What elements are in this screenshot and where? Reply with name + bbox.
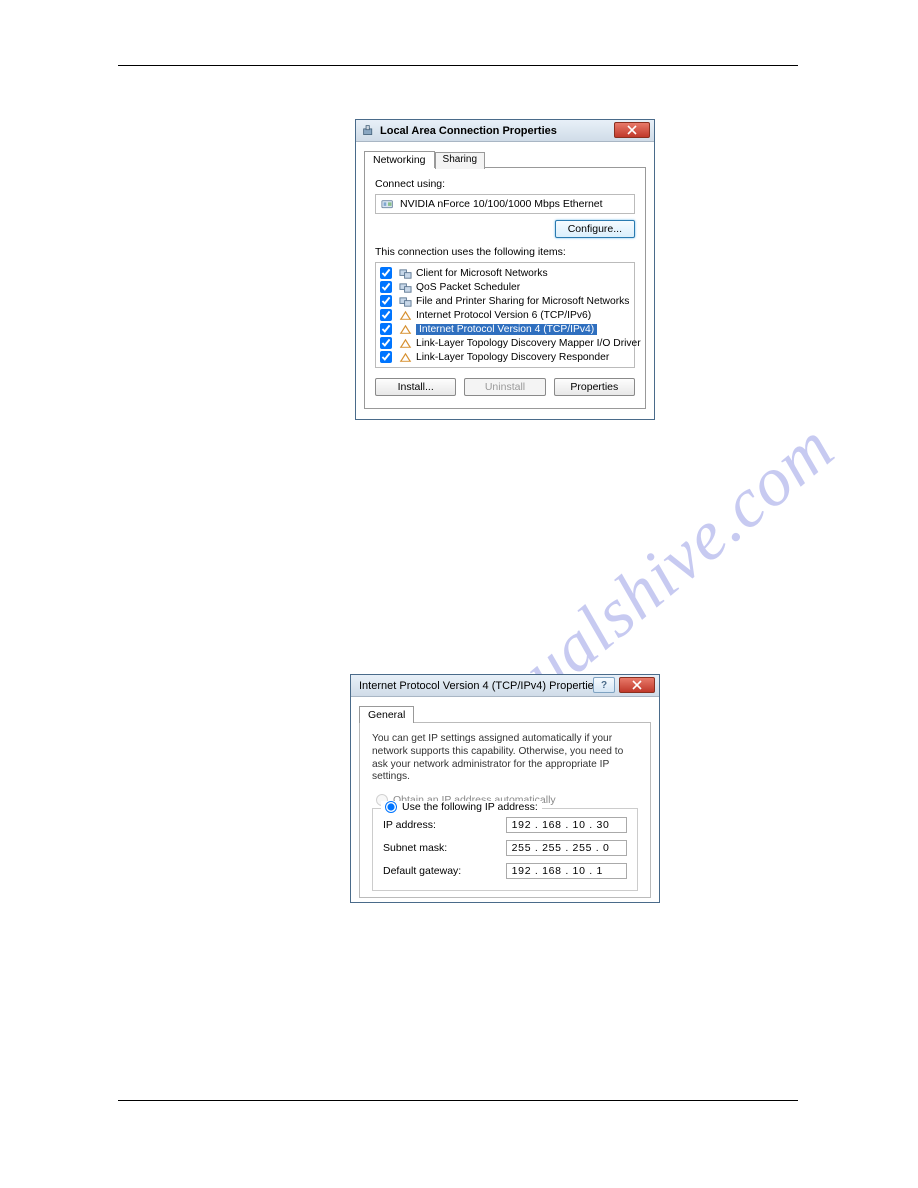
list-item[interactable]: Internet Protocol Version 4 (TCP/IPv4) — [376, 322, 634, 336]
item-label: Link-Layer Topology Discovery Mapper I/O… — [416, 338, 641, 349]
ip-address-input[interactable]: 192 . 168 . 10 . 30 — [506, 817, 627, 833]
tab-panel: You can get IP settings assigned automat… — [359, 722, 651, 898]
configure-row: Configure... — [375, 220, 635, 238]
radio-use-following[interactable] — [385, 801, 397, 813]
properties-button[interactable]: Properties — [554, 378, 635, 396]
item-checkbox[interactable] — [380, 295, 392, 307]
item-label: QoS Packet Scheduler — [416, 282, 520, 293]
tab-panel: Connect using: NVIDIA nForce 10/100/1000… — [364, 167, 646, 409]
item-checkbox[interactable] — [380, 323, 392, 335]
list-item[interactable]: QoS Packet Scheduler — [376, 280, 634, 294]
nic-icon — [381, 198, 395, 210]
help-button[interactable]: ? — [593, 677, 615, 693]
service-icon — [399, 296, 412, 307]
client-icon — [399, 268, 412, 279]
protocol-icon — [399, 310, 412, 321]
item-label: File and Printer Sharing for Microsoft N… — [416, 296, 629, 307]
tabs: Networking Sharing — [364, 150, 646, 167]
protocol-icon — [399, 352, 412, 363]
item-label: Link-Layer Topology Discovery Responder — [416, 352, 609, 363]
ipv4-properties-dialog: Internet Protocol Version 4 (TCP/IPv4) P… — [350, 674, 660, 903]
item-checkbox[interactable] — [380, 351, 392, 363]
default-gateway-label: Default gateway: — [383, 865, 506, 877]
dialog-body: Networking Sharing Connect using: NVIDIA… — [356, 142, 654, 419]
list-item[interactable]: Client for Microsoft Networks — [376, 266, 634, 280]
default-gateway-input[interactable]: 192 . 168 . 10 . 1 — [506, 863, 627, 879]
tab-general[interactable]: General — [359, 706, 414, 723]
item-label: Internet Protocol Version 4 (TCP/IPv4) — [416, 324, 597, 335]
item-checkbox[interactable] — [380, 281, 392, 293]
dialog-body: General You can get IP settings assigned… — [351, 697, 659, 902]
tab-networking[interactable]: Networking — [364, 151, 435, 168]
ip-address-row: IP address: 192 . 168 . 10 . 30 — [383, 817, 627, 833]
list-item[interactable]: Link-Layer Topology Discovery Mapper I/O… — [376, 336, 634, 350]
dialog-title: Local Area Connection Properties — [380, 125, 557, 137]
tab-sharing[interactable]: Sharing — [435, 152, 485, 169]
tabs: General — [359, 705, 651, 722]
radio-manual-row[interactable]: Use the following IP address: — [381, 801, 542, 813]
close-button[interactable] — [614, 122, 650, 138]
page-rule-top — [118, 65, 798, 66]
protocol-icon — [399, 338, 412, 349]
adapter-name: NVIDIA nForce 10/100/1000 Mbps Ethernet — [400, 198, 603, 210]
item-checkbox[interactable] — [380, 309, 392, 321]
item-label: Internet Protocol Version 6 (TCP/IPv6) — [416, 310, 591, 321]
connection-properties-dialog: Local Area Connection Properties Network… — [355, 119, 655, 420]
dialog-title: Internet Protocol Version 4 (TCP/IPv4) P… — [359, 680, 599, 692]
action-buttons-row: Install... Uninstall Properties — [375, 378, 635, 396]
document-page: manualshive.com Local Area Connection Pr… — [0, 0, 918, 1188]
item-checkbox[interactable] — [380, 267, 392, 279]
radio-manual-label: Use the following IP address: — [402, 801, 538, 813]
subnet-mask-input[interactable]: 255 . 255 . 255 . 0 — [506, 840, 627, 856]
close-button[interactable] — [619, 677, 655, 693]
dialog-titlebar: Internet Protocol Version 4 (TCP/IPv4) P… — [351, 675, 659, 697]
list-item[interactable]: File and Printer Sharing for Microsoft N… — [376, 294, 634, 308]
description-text: You can get IP settings assigned automat… — [372, 733, 638, 784]
list-item[interactable]: Internet Protocol Version 6 (TCP/IPv6) — [376, 308, 634, 322]
subnet-mask-label: Subnet mask: — [383, 842, 506, 854]
item-label: Client for Microsoft Networks — [416, 268, 548, 279]
service-icon — [399, 282, 412, 293]
protocol-icon — [399, 324, 412, 335]
dialog-titlebar: Local Area Connection Properties — [356, 120, 654, 142]
install-button[interactable]: Install... — [375, 378, 456, 396]
item-checkbox[interactable] — [380, 337, 392, 349]
connect-using-label: Connect using: — [375, 178, 635, 190]
network-adapter-icon — [362, 124, 375, 137]
configure-button[interactable]: Configure... — [555, 220, 635, 238]
uninstall-button[interactable]: Uninstall — [464, 378, 545, 396]
ip-address-label: IP address: — [383, 819, 506, 831]
default-gateway-row: Default gateway: 192 . 168 . 10 . 1 — [383, 863, 627, 879]
manual-ip-fieldset: Use the following IP address: IP address… — [372, 808, 638, 891]
subnet-mask-row: Subnet mask: 255 . 255 . 255 . 0 — [383, 840, 627, 856]
list-item[interactable]: Link-Layer Topology Discovery Responder — [376, 350, 634, 364]
page-rule-bottom — [118, 1100, 798, 1101]
items-label: This connection uses the following items… — [375, 246, 635, 258]
connection-items-list[interactable]: Client for Microsoft Networks QoS Packet… — [375, 262, 635, 368]
adapter-box[interactable]: NVIDIA nForce 10/100/1000 Mbps Ethernet — [375, 194, 635, 214]
